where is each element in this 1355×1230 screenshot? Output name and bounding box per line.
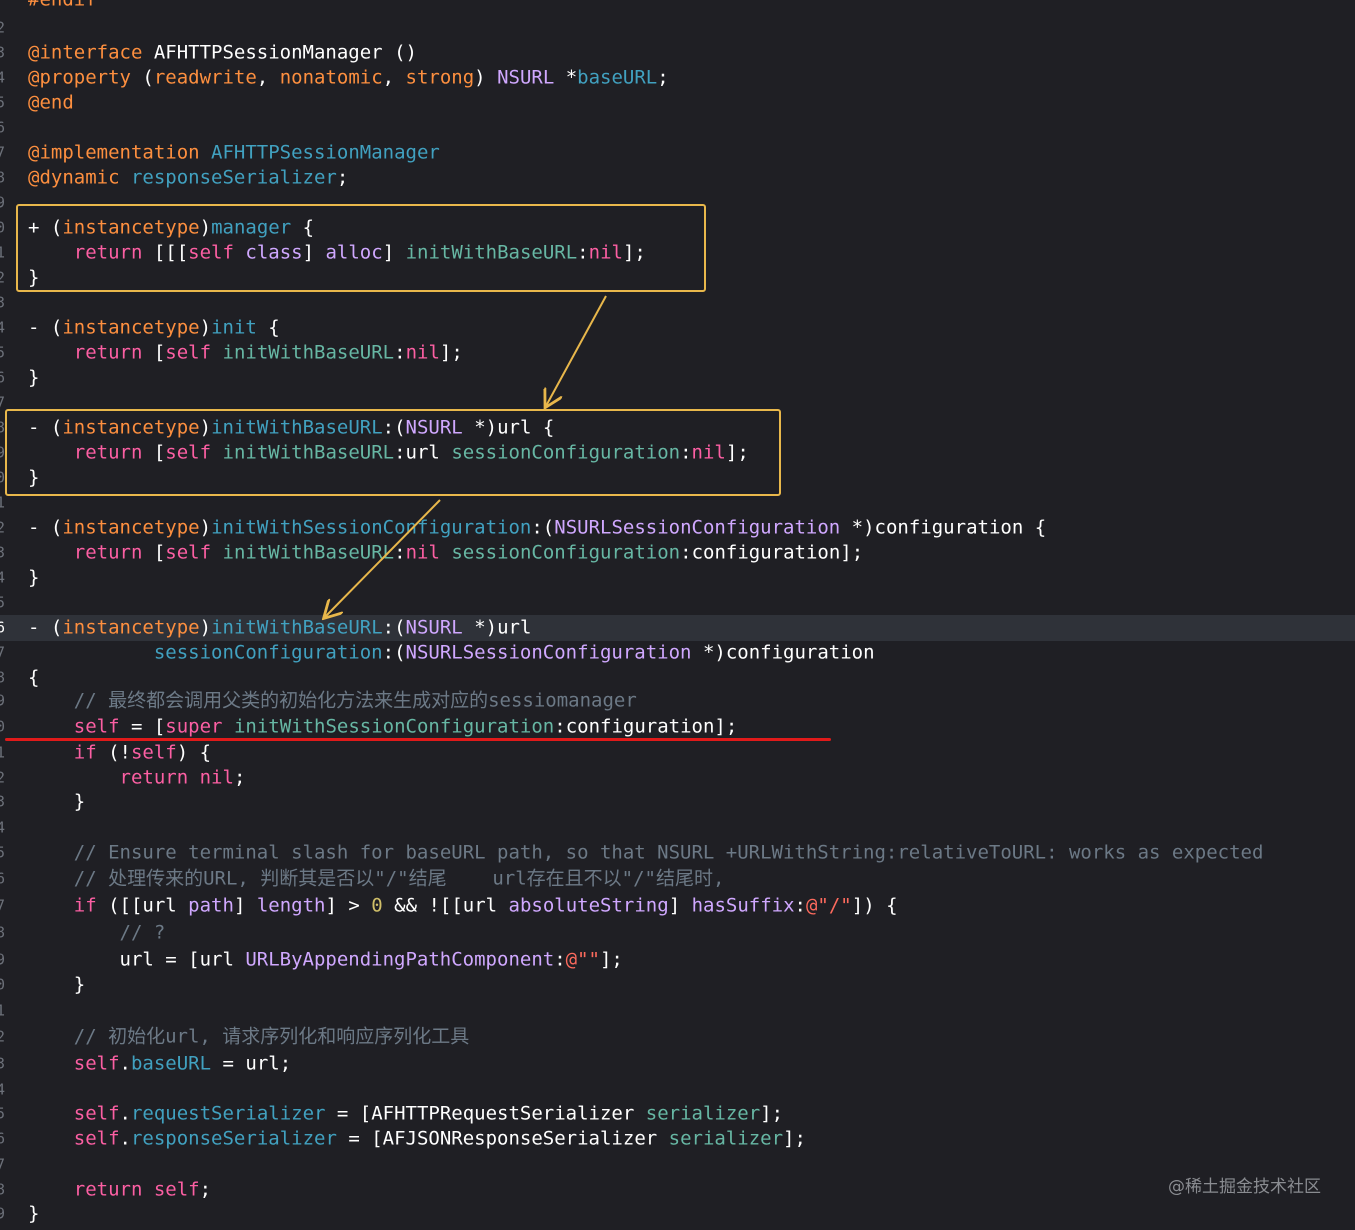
red-underline-super-init bbox=[5, 738, 831, 741]
arrow-manager-to-init-with-base-url bbox=[546, 295, 607, 406]
arrow-to-designated-initializer bbox=[325, 499, 441, 617]
code-editor[interactable]: #endif23@interface AFHTTPSessionManager … bbox=[0, 0, 1355, 1230]
annotation-arrows bbox=[0, 295, 607, 1230]
watermark: @稀土掘金技术社区 bbox=[1168, 1177, 1321, 1197]
